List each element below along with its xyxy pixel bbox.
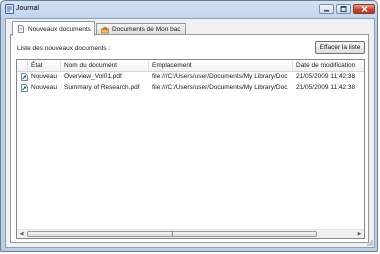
row-document-name: Summary of Research.pdf [64, 84, 140, 91]
column-header-location[interactable]: Emplacement [149, 60, 293, 71]
journal-window: Journal Nouveaux documents Documents de … [0, 0, 378, 252]
row-location: file:///C:/Users/user/Documents/My Libra… [152, 73, 288, 80]
scroll-left-icon[interactable]: ◀ [17, 230, 26, 238]
document-link-icon [21, 84, 28, 92]
row-location: file:///C:/Users/user/Documents/My Libra… [152, 84, 288, 91]
row-date: 21/05/2009 11:42:38 [296, 73, 356, 80]
table-header: État Nom du document Emplacement Date de… [17, 60, 364, 72]
row-date: 21/05/2009 11:42:38 [296, 84, 356, 91]
new-documents-panel: Liste des nouveaux documents : Effacer l… [10, 34, 369, 243]
icon-column-header[interactable] [17, 60, 28, 71]
column-header-status[interactable]: État [28, 60, 61, 71]
journal-app-icon [5, 4, 14, 14]
maximize-button[interactable] [336, 4, 351, 14]
maximize-icon [340, 6, 347, 12]
tab-new-documents-label: Nouveaux documents [28, 25, 91, 33]
new-documents-icon [18, 25, 24, 33]
bin-documents-icon [101, 26, 109, 33]
document-link-icon [21, 73, 28, 81]
documents-table[interactable]: État Nom du document Emplacement Date de… [16, 59, 365, 239]
tab-bin-documents-label: Documents de Mon bac [112, 26, 181, 33]
column-header-date[interactable]: Date de modification [293, 60, 364, 71]
table-row[interactable]: Nouveau Summary of Research.pdf file:///… [17, 83, 364, 93]
row-status: Nouveau [31, 84, 58, 91]
list-label: Liste des nouveaux documents : [17, 45, 111, 52]
clear-list-button[interactable]: Effacer la liste [315, 41, 365, 54]
tab-new-documents[interactable]: Nouveaux documents [12, 21, 95, 36]
journal-client-area: Nouveaux documents Documents de Mon bac … [5, 18, 375, 248]
row-status: Nouveau [31, 73, 58, 80]
close-button[interactable] [353, 4, 375, 14]
resize-grip-icon[interactable] [366, 239, 373, 246]
grip-icon: ||| [171, 230, 174, 237]
horizontal-scrollbar[interactable]: ◀ ||| ▶ [17, 229, 364, 238]
column-header-name[interactable]: Nom du document [61, 60, 149, 71]
window-title: Journal [16, 5, 39, 12]
row-document-name: Overview_Vol01.pdf [64, 73, 122, 80]
close-icon [361, 6, 367, 12]
scroll-right-icon[interactable]: ▶ [355, 230, 364, 238]
table-row[interactable]: Nouveau Overview_Vol01.pdf file:///C:/Us… [17, 72, 364, 82]
minimize-button[interactable] [319, 4, 334, 14]
scrollbar-thumb[interactable]: ||| [27, 231, 317, 237]
title-bar[interactable]: Journal [1, 1, 377, 18]
minimize-icon [324, 9, 329, 11]
